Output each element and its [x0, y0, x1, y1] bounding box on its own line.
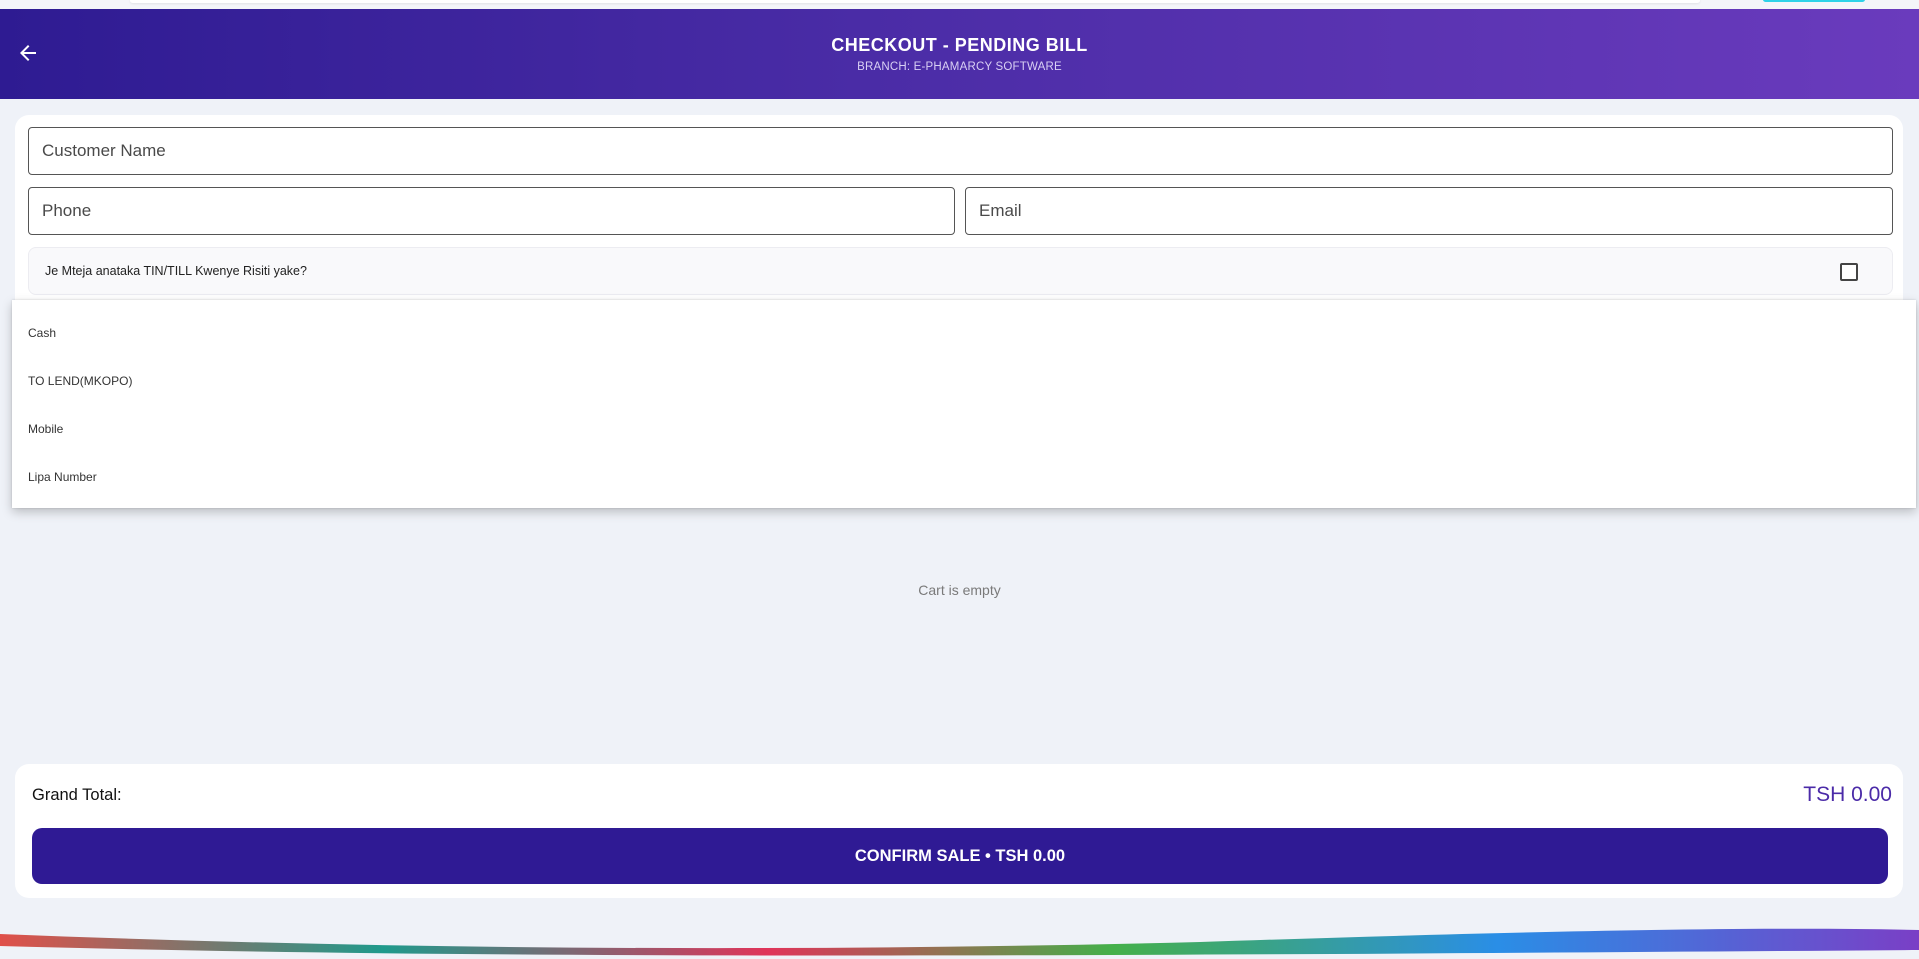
tin-option-row[interactable]: Je Mteja anataka TIN/TILL Kwenye Risiti … — [28, 247, 1893, 295]
branch-subtitle: BRANCH: E-PHAMARCY SOFTWARE — [857, 61, 1062, 73]
tin-question-label: Je Mteja anataka TIN/TILL Kwenye Risiti … — [45, 264, 307, 278]
grand-total-label: Grand Total: — [32, 786, 122, 804]
payment-method-dropdown: Cash TO LEND(MKOPO) Mobile Lipa Number — [12, 300, 1916, 508]
customer-form-card: Je Mteja anataka TIN/TILL Kwenye Risiti … — [15, 115, 1903, 315]
payment-option-lend[interactable]: TO LEND(MKOPO) — [28, 374, 132, 388]
checkout-summary-card: Grand Total: TSH 0.00 CONFIRM SALE • TSH… — [15, 764, 1903, 898]
tin-checkbox[interactable] — [1840, 263, 1858, 281]
top-search-bar-edge — [130, 0, 1700, 3]
cart-empty-message: Cart is empty — [918, 582, 1001, 598]
customer-name-input[interactable] — [28, 127, 1893, 175]
top-button-edge — [1763, 0, 1865, 2]
top-strip — [0, 0, 1919, 9]
payment-option-lipa-number[interactable]: Lipa Number — [28, 470, 97, 484]
payment-option-mobile[interactable]: Mobile — [28, 422, 63, 436]
phone-input[interactable] — [28, 187, 955, 235]
email-input[interactable] — [965, 187, 1893, 235]
payment-option-cash[interactable]: Cash — [28, 326, 56, 340]
footer-wave-decoration — [0, 928, 1919, 959]
app-header: CHECKOUT - PENDING BILL BRANCH: E-PHAMAR… — [0, 9, 1919, 99]
page-title: CHECKOUT - PENDING BILL — [831, 35, 1088, 55]
grand-total-value: TSH 0.00 — [1803, 783, 1892, 806]
confirm-sale-button[interactable]: CONFIRM SALE • TSH 0.00 — [32, 828, 1888, 884]
